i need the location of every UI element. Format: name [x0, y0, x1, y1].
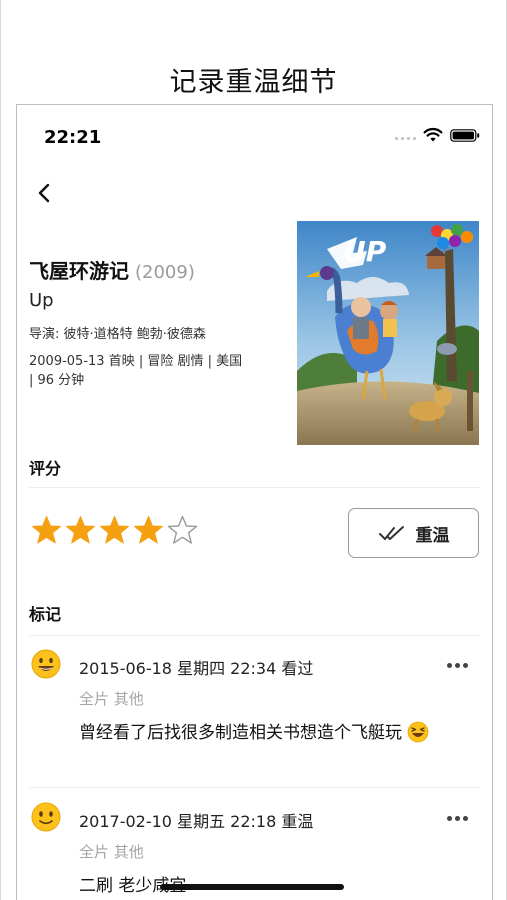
poster-logo: UP — [343, 235, 387, 268]
star-empty-icon[interactable] — [167, 515, 198, 545]
record-tags: 全片 其他 — [79, 843, 144, 861]
movie-year: (2009) — [135, 262, 195, 283]
rewatch-label: 重温 — [415, 525, 450, 546]
phone-screen: 22:21 飞屋环游记 (2009) Up 导演: 彼特·道格特 鲍勃·彼德森 2… — [16, 104, 493, 900]
movie-poster[interactable]: UP — [297, 221, 479, 445]
rating-stars[interactable] — [31, 515, 198, 545]
more-options-icon[interactable] — [447, 814, 471, 822]
rating-section-title: 评分 — [29, 459, 62, 478]
wifi-icon — [423, 127, 443, 142]
record-title: 2015-06-18 星期四 22:34 看过 — [79, 659, 314, 678]
director-names: 彼特·道格特 鲍勃·彼德森 — [63, 327, 206, 342]
cellular-signal-icon — [395, 137, 417, 143]
movie-info: 飞屋环游记 (2009) Up 导演: 彼特·道格特 鲍勃·彼德森 2009-05… — [29, 255, 291, 390]
battery-icon — [450, 129, 480, 142]
more-options-icon[interactable] — [447, 661, 471, 669]
release-genre-country: 2009-05-13 首映 | 冒险 剧情 | 美国 — [29, 354, 243, 369]
star-filled-icon[interactable] — [31, 515, 62, 545]
laughing-face-icon — [408, 721, 429, 743]
director-line: 导演: 彼特·道格特 鲍勃·彼德森 — [29, 323, 291, 342]
record-note: 曾经看了后找很多制造相关书想造个飞艇玩 — [79, 721, 471, 745]
page-caption: 记录重温细节 — [169, 67, 338, 98]
record-tags: 全片 其他 — [79, 690, 144, 708]
smiling-face-icon — [31, 649, 61, 679]
title-line: 飞屋环游记 (2009) — [29, 255, 291, 284]
divider — [29, 635, 479, 636]
movie-english-title: Up — [29, 290, 54, 311]
status-time: 22:21 — [44, 127, 102, 148]
home-indicator[interactable] — [160, 884, 344, 890]
divider — [29, 787, 479, 788]
star-filled-icon[interactable] — [133, 515, 164, 545]
back-chevron-icon[interactable] — [33, 179, 57, 207]
star-filled-icon[interactable] — [99, 515, 130, 545]
slightly-smiling-face-icon — [31, 802, 61, 832]
runtime: | 96 分钟 — [29, 373, 85, 388]
director-label: 导演: — [29, 327, 60, 342]
rewatch-button[interactable]: 重温 — [348, 508, 479, 558]
release-info: 2009-05-13 首映 | 冒险 剧情 | 美国 | 96 分钟 — [29, 352, 291, 390]
star-filled-icon[interactable] — [65, 515, 96, 545]
record-note-text: 曾经看了后找很多制造相关书想造个飞艇玩 — [79, 723, 402, 743]
double-check-icon — [378, 526, 404, 540]
record-title: 2017-02-10 星期五 22:18 重温 — [79, 812, 314, 831]
records-section-title: 标记 — [29, 605, 62, 624]
movie-title: 飞屋环游记 — [29, 259, 129, 283]
divider — [29, 487, 479, 488]
status-bar: 22:21 — [17, 105, 492, 161]
